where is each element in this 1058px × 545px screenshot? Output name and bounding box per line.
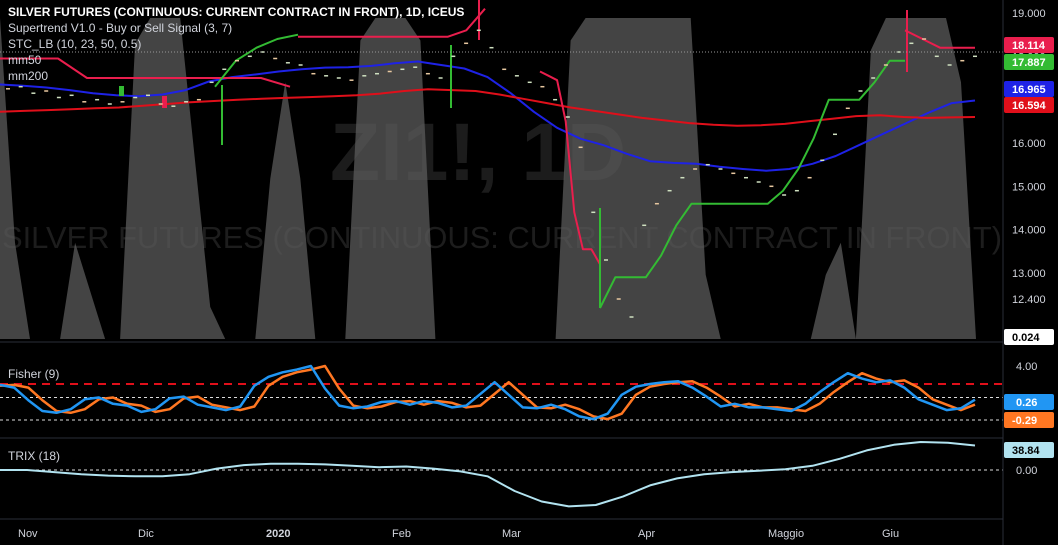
fisher-label: Fisher (9) [8,367,60,381]
y-tick-label: 16.000 [1012,138,1046,150]
x-tick-label: Nov [18,528,38,540]
price-label: 0.024 [1012,332,1040,344]
price-label: 17.887 [1012,57,1046,69]
trix-line [0,441,976,508]
x-tick-label: Mar [502,528,521,540]
legend-mm200: mm200 [8,69,49,83]
trix-value: 38.84 [1012,445,1040,457]
y-tick-label: 13.000 [1012,268,1046,280]
x-tick-label: Feb [392,528,411,540]
trix-pane [0,441,1003,508]
fisher-tick-label: 4.00 [1016,361,1037,373]
candle [162,96,167,108]
candle [119,86,124,96]
legend-mm50: mm50 [8,53,42,67]
x-tick-label: 2020 [266,528,290,540]
x-tick-label: Maggio [768,528,804,540]
fisher-pane [0,364,1003,421]
y-tick-label: 12.400 [1012,294,1046,306]
y-tick-label: 14.000 [1012,225,1046,237]
x-tick-label: Dic [138,528,154,540]
price-label: 18.114 [1012,40,1046,52]
y-tick-label: 19.000 [1012,8,1046,20]
fisher-value: -0.29 [1012,415,1037,427]
legend-stc: STC_LB (10, 23, 50, 0.5) [8,37,142,51]
fisher-line [0,364,976,421]
fisher-value: 0.26 [1016,397,1037,409]
y-tick-label: 15.000 [1012,181,1046,193]
legend-supertrend: Supertrend V1.0 - Buy or Sell Signal (3,… [8,21,233,35]
x-tick-label: Apr [638,528,655,540]
price-label: 16.594 [1012,100,1047,112]
trix-tick-label: 0.00 [1016,465,1037,477]
price-label: 16.965 [1012,84,1046,96]
legend: SILVER FUTURES (CONTINUOUS: CURRENT CONT… [8,4,464,84]
x-tick-label: Giu [882,528,899,540]
chart-title: SILVER FUTURES (CONTINUOUS: CURRENT CONT… [8,5,465,19]
trix-label: TRIX (18) [8,449,61,463]
